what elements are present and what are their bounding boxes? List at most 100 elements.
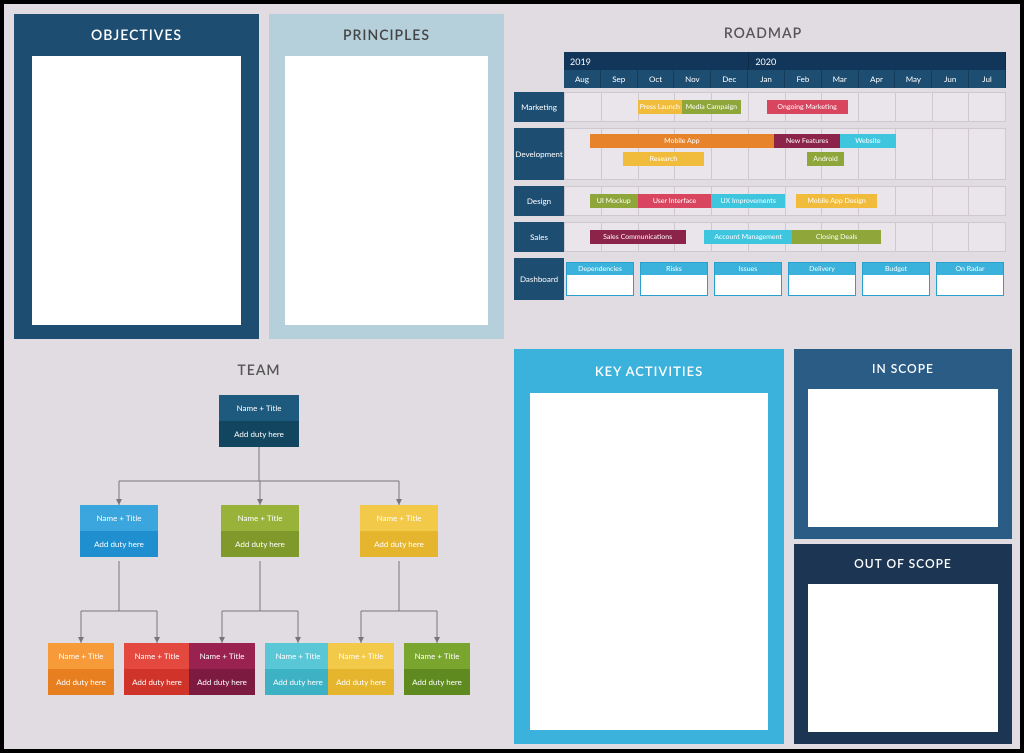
org-node-title: Name + Title (124, 643, 190, 669)
roadmap-month: Dec (711, 70, 748, 88)
org-node-duty: Add duty here (265, 669, 331, 695)
roadmap-row-label: Development (514, 128, 564, 180)
roadmap-month: Mar (822, 70, 859, 88)
org-node-title: Name + Title (328, 643, 394, 669)
principles-panel[interactable]: PRINCIPLES (269, 14, 504, 339)
gantt-bar[interactable]: Mobile App Design (796, 194, 877, 208)
objectives-content[interactable] (32, 56, 241, 325)
objectives-panel[interactable]: OBJECTIVES (14, 14, 259, 339)
roadmap-month: Sep (601, 70, 638, 88)
in-scope-panel[interactable]: IN SCOPE (794, 349, 1012, 539)
org-node-title: Name + Title (48, 643, 114, 669)
org-node-title: Name + Title (360, 505, 438, 531)
roadmap-rows: Marketing Press LaunchMedia Campaign Ongoi… (514, 92, 1006, 339)
org-node[interactable]: Name + TitleAdd duty here (404, 643, 470, 699)
roadmap-month: Jul (969, 70, 1006, 88)
gantt-bar[interactable]: Press Launch (638, 100, 682, 114)
gantt-bar[interactable]: Research (623, 152, 704, 166)
roadmap-month: May (895, 70, 932, 88)
principles-content[interactable] (285, 56, 488, 325)
roadmap-dashboard-label: Dashboard (514, 258, 564, 300)
key-activities-panel[interactable]: KEY ACTIVITIES (514, 349, 784, 744)
org-node[interactable]: Name + TitleAdd duty here (124, 643, 190, 699)
gantt-bar[interactable]: Website (840, 134, 895, 148)
org-node-title: Name + Title (221, 505, 299, 531)
org-node-title: Name + Title (265, 643, 331, 669)
org-node-duty: Add duty here (360, 531, 438, 557)
org-node[interactable]: Name + TitleAdd duty here (189, 643, 255, 699)
gantt-bar[interactable]: UX Improvements (711, 194, 785, 208)
roadmap-row-body: Mobile AppNew FeaturesWebsite Research And… (564, 128, 1006, 180)
gantt-bar[interactable]: User Interface (638, 194, 712, 208)
roadmap-row-label: Sales (514, 222, 564, 252)
objectives-title: OBJECTIVES (14, 14, 259, 55)
out-of-scope-panel[interactable]: OUT OF SCOPE (794, 544, 1012, 744)
roadmap-row: Marketing Press LaunchMedia Campaign Ongoi… (514, 92, 1006, 122)
gantt-bar[interactable]: UI Mockup (590, 194, 638, 208)
dashboard-card[interactable]: Delivery (788, 262, 856, 296)
roadmap-row: DevelopmentMobile AppNew FeaturesWebsite… (514, 128, 1006, 180)
roadmap-month: Jan (748, 70, 785, 88)
roadmap-row: Design UI MockupUser InterfaceUX Improvem… (514, 186, 1006, 216)
roadmap-row-label: Marketing (514, 92, 564, 122)
org-node-duty: Add duty here (219, 421, 299, 447)
roadmap-year-row: 20192020 (564, 52, 1006, 70)
dashboard-card[interactable]: Budget (862, 262, 930, 296)
dashboard-card[interactable]: Issues (714, 262, 782, 296)
roadmap-month: Nov (674, 70, 711, 88)
principles-title: PRINCIPLES (269, 14, 504, 55)
gantt-bar[interactable]: Closing Deals (792, 230, 880, 244)
org-node[interactable]: Name + TitleAdd duty here (219, 395, 299, 447)
key-activities-title: KEY ACTIVITIES (514, 349, 784, 393)
org-node-title: Name + Title (189, 643, 255, 669)
dashboard-card-header: Risks (641, 263, 707, 275)
in-scope-title: IN SCOPE (794, 349, 1012, 388)
dashboard-card[interactable]: On Radar (936, 262, 1004, 296)
dashboard-card-header: Dependencies (567, 263, 633, 275)
roadmap-month: Jun (932, 70, 969, 88)
roadmap-panel[interactable]: ROADMAP 20192020 AugSepOctNovDecJanFebMa… (514, 14, 1012, 339)
org-node[interactable]: Name + TitleAdd duty here (360, 505, 438, 561)
gantt-bar[interactable]: Android (807, 152, 844, 166)
roadmap-month: Oct (638, 70, 675, 88)
org-node-duty: Add duty here (328, 669, 394, 695)
roadmap-month: Apr (859, 70, 896, 88)
org-node-title: Name + Title (80, 505, 158, 531)
org-chart: Name + TitleAdd duty hereName + TitleAdd… (22, 385, 496, 736)
team-panel[interactable]: TEAM Name + TitleAdd duty hereName + Tit… (14, 349, 504, 744)
gantt-bar[interactable]: Mobile App (590, 134, 774, 148)
dashboard-card[interactable]: Dependencies (566, 262, 634, 296)
roadmap-month: Feb (785, 70, 822, 88)
gantt-bar[interactable]: Ongoing Marketing (767, 100, 848, 114)
gantt-bar[interactable]: Media Campaign (682, 100, 741, 114)
org-node-duty: Add duty here (48, 669, 114, 695)
dashboard-card-header: Delivery (789, 263, 855, 275)
roadmap-month: Aug (564, 70, 601, 88)
org-node-duty: Add duty here (124, 669, 190, 695)
org-node-duty: Add duty here (404, 669, 470, 695)
roadmap-month-row: AugSepOctNovDecJanFebMarAprMayJunJul (564, 70, 1006, 88)
org-node[interactable]: Name + TitleAdd duty here (265, 643, 331, 699)
out-of-scope-content[interactable] (808, 584, 998, 732)
org-node-duty: Add duty here (221, 531, 299, 557)
gantt-bar[interactable]: Account Management (704, 230, 792, 244)
org-node[interactable]: Name + TitleAdd duty here (48, 643, 114, 699)
gantt-bar[interactable]: Sales Communications (590, 230, 686, 244)
project-board: OBJECTIVES PRINCIPLES ROADMAP 20192020 A… (4, 4, 1020, 749)
org-node[interactable]: Name + TitleAdd duty here (221, 505, 299, 561)
gantt-bar[interactable]: New Features (774, 134, 840, 148)
team-title: TEAM (14, 349, 504, 378)
dashboard-card[interactable]: Risks (640, 262, 708, 296)
roadmap-year: 2019 (564, 52, 749, 70)
org-node[interactable]: Name + TitleAdd duty here (328, 643, 394, 699)
in-scope-content[interactable] (808, 389, 998, 527)
roadmap-year: 2020 (749, 52, 1006, 70)
roadmap-row-label: Design (514, 186, 564, 216)
dashboard-card-header: On Radar (937, 263, 1003, 275)
roadmap-dashboard-body: Dependencies Risks Issues Delivery Budget On … (564, 258, 1006, 300)
org-node-title: Name + Title (404, 643, 470, 669)
org-node[interactable]: Name + TitleAdd duty here (80, 505, 158, 561)
key-activities-content[interactable] (530, 393, 768, 730)
org-node-duty: Add duty here (189, 669, 255, 695)
roadmap-row-body: Press LaunchMedia Campaign Ongoing Market… (564, 92, 1006, 122)
